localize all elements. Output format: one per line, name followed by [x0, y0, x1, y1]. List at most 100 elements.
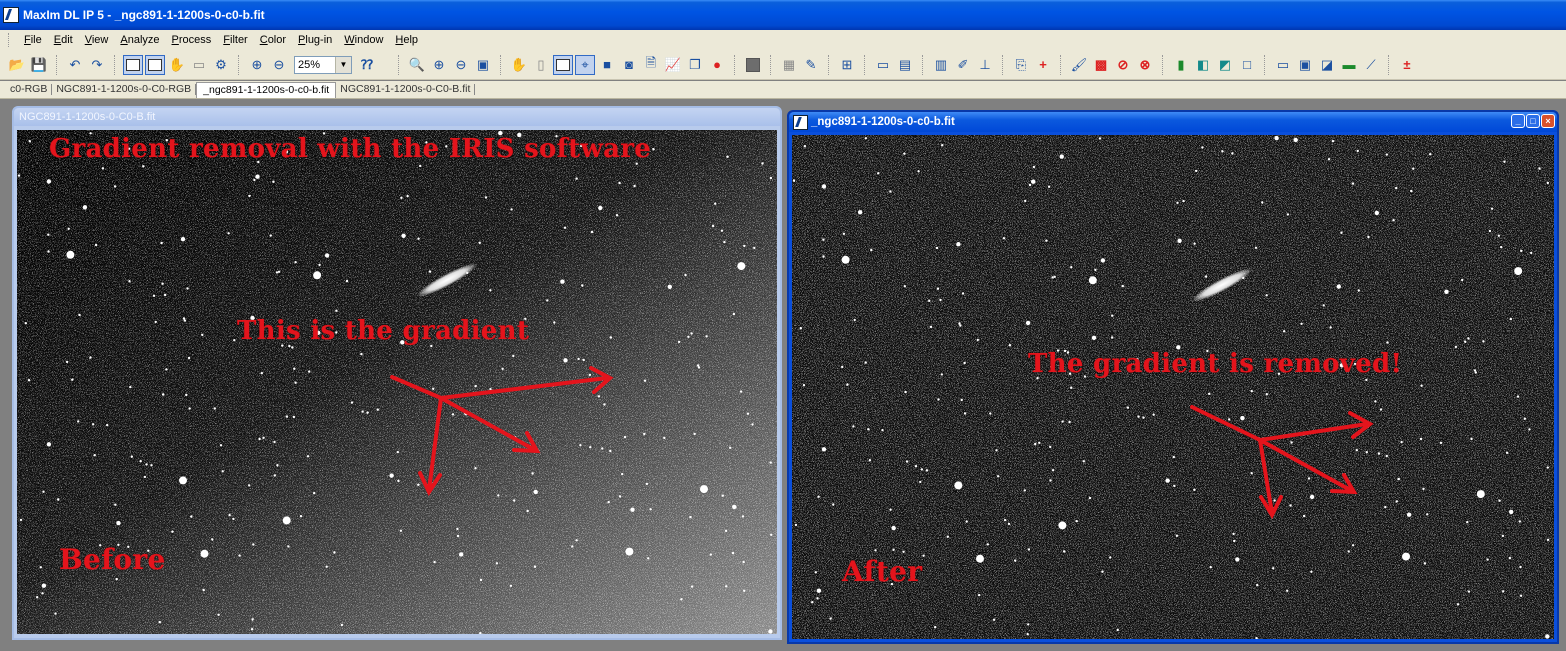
- graph-icon[interactable]: 📈: [663, 55, 683, 75]
- before-image-canvas[interactable]: Gradient removal with the IRIS software …: [17, 130, 777, 634]
- star: [852, 425, 855, 428]
- maxim-document-icon[interactable]: [793, 115, 808, 130]
- chevron-down-icon[interactable]: ▼: [335, 56, 351, 73]
- save-icon[interactable]: 💾: [29, 55, 49, 75]
- menu-edit[interactable]: Edit: [48, 34, 79, 46]
- layers-icon[interactable]: ❐: [685, 55, 705, 75]
- annotate-icon[interactable]: ✎: [801, 55, 821, 75]
- zoom-out-minus-icon[interactable]: ⊖: [451, 55, 471, 75]
- eraser-icon[interactable]: ▯: [531, 55, 551, 75]
- settings-icon[interactable]: ⚙: [211, 55, 231, 75]
- star: [917, 170, 920, 173]
- curve-icon[interactable]: ⟋: [1361, 55, 1381, 75]
- add-icon[interactable]: +: [1033, 55, 1053, 75]
- image-stretch-icon[interactable]: [553, 54, 573, 75]
- after-image-canvas[interactable]: The gradient is removed! After: [792, 135, 1554, 639]
- star: [401, 233, 406, 238]
- plus-minus-icon[interactable]: ±: [1397, 55, 1417, 75]
- hand-icon[interactable]: ✋: [167, 55, 187, 75]
- star: [65, 360, 69, 364]
- screen-stretch-icon[interactable]: [123, 54, 143, 75]
- square-icon[interactable]: ■: [597, 55, 617, 75]
- calc-icon[interactable]: ▤: [895, 55, 915, 75]
- menu-filter[interactable]: Filter: [217, 34, 253, 46]
- gray-square-icon[interactable]: [743, 55, 763, 75]
- star: [165, 368, 168, 371]
- app-title-bar[interactable]: MaxIm DL IP 5 - _ngc891-1-1200s-0-c0-b.f…: [0, 0, 1566, 30]
- image-window-after[interactable]: _ngc891-1-1200s-0-c0-b.fit _ □ × The gra…: [787, 110, 1559, 644]
- star: [1464, 340, 1467, 343]
- compare-icon[interactable]: ◪: [1317, 55, 1337, 75]
- blink-icon[interactable]: ◧: [1193, 55, 1213, 75]
- close-button[interactable]: ×: [1541, 114, 1555, 128]
- window-title-bar[interactable]: NGC891-1-1200s-0-C0-B.fit: [14, 108, 780, 126]
- menu-help[interactable]: Help: [389, 34, 424, 46]
- frame-icon[interactable]: ▭: [1273, 55, 1293, 75]
- star: [684, 273, 687, 277]
- filter-icon[interactable]: ◙: [619, 55, 639, 75]
- open-icon[interactable]: 📂: [7, 55, 27, 75]
- edit-icon[interactable]: ✐: [953, 55, 973, 75]
- star: [1256, 583, 1259, 587]
- star: [187, 356, 191, 360]
- brush-icon[interactable]: 🖌: [1069, 55, 1089, 75]
- star: [1467, 337, 1470, 340]
- star: [1423, 562, 1427, 565]
- grid-icon[interactable]: ▦: [779, 55, 799, 75]
- star: [1419, 437, 1423, 441]
- crosshair-icon[interactable]: ⌖: [575, 54, 595, 75]
- pointer-icon[interactable]: ✋: [509, 55, 529, 75]
- window-title-bar-active[interactable]: _ngc891-1-1200s-0-c0-b.fit _ □ ×: [789, 112, 1557, 132]
- star: [1051, 276, 1054, 279]
- tab-c0-rgb[interactable]: c0-RGB: [6, 84, 53, 95]
- fit-icon[interactable]: ▣: [473, 55, 493, 75]
- zoom-select[interactable]: 25% ▼: [294, 55, 352, 74]
- minimize-button[interactable]: _: [1511, 114, 1525, 128]
- undo-icon[interactable]: ↶: [65, 55, 85, 75]
- menu-process[interactable]: Process: [166, 34, 218, 46]
- no-icon[interactable]: ⊗: [1135, 55, 1155, 75]
- tab-ngc891-c0-b-fit[interactable]: NGC891-1-1200s-0-C0-B.fit: [336, 84, 476, 95]
- zoom-out-icon[interactable]: ⊖: [269, 55, 289, 75]
- histogram-icon[interactable]: ▮: [1171, 55, 1191, 75]
- bucket-icon[interactable]: ▭: [189, 55, 209, 75]
- tab-ngc891-b-fit-active[interactable]: _ngc891-1-1200s-0-c0-b.fit: [196, 81, 337, 98]
- star: [478, 241, 481, 244]
- menu-analyze[interactable]: Analyze: [114, 34, 165, 46]
- help-icon[interactable]: ⁇: [357, 55, 377, 75]
- color-icon[interactable]: ●: [707, 55, 727, 75]
- layout-icon[interactable]: ⊞: [837, 55, 857, 75]
- star: [864, 137, 867, 140]
- star: [814, 571, 817, 574]
- find-icon[interactable]: 🔍: [407, 55, 427, 75]
- restore-button[interactable]: □: [1526, 114, 1540, 128]
- star: [721, 494, 724, 497]
- zoom-in-icon[interactable]: ⊕: [247, 55, 267, 75]
- stop-icon[interactable]: ⊘: [1113, 55, 1133, 75]
- zoom-in-plus-icon[interactable]: ⊕: [429, 55, 449, 75]
- image-icon[interactable]: ▣: [1295, 55, 1315, 75]
- align-icon[interactable]: ◩: [1215, 55, 1235, 75]
- redo-icon[interactable]: ↷: [87, 55, 107, 75]
- full-stretch-icon[interactable]: [145, 54, 165, 75]
- info-icon[interactable]: 🗎: [641, 55, 661, 75]
- tab-ngc891-rgb[interactable]: NGC891-1-1200s-0-C0-RGB: [52, 84, 197, 95]
- menu-grip[interactable]: [8, 33, 12, 47]
- maxim-app-icon[interactable]: [3, 7, 19, 23]
- menu-view[interactable]: View: [79, 34, 115, 46]
- slider-icon[interactable]: ▬: [1339, 55, 1359, 75]
- star: [1444, 289, 1449, 294]
- ruler-icon[interactable]: ▭: [873, 55, 893, 75]
- measure-icon[interactable]: ⊥: [975, 55, 995, 75]
- star: [294, 261, 297, 264]
- menu-file[interactable]: File: [18, 34, 48, 46]
- star: [1365, 378, 1368, 382]
- array-icon[interactable]: ▩: [1091, 55, 1111, 75]
- document-icon[interactable]: ▥: [931, 55, 951, 75]
- image-window-before[interactable]: NGC891-1-1200s-0-C0-B.fit Gradient remov…: [12, 106, 782, 640]
- crop-icon[interactable]: □: [1237, 55, 1257, 75]
- menu-window[interactable]: Window: [338, 34, 389, 46]
- copy-icon[interactable]: ⎘: [1011, 55, 1031, 75]
- menu-plug-in[interactable]: Plug-in: [292, 34, 338, 46]
- menu-color[interactable]: Color: [254, 34, 292, 46]
